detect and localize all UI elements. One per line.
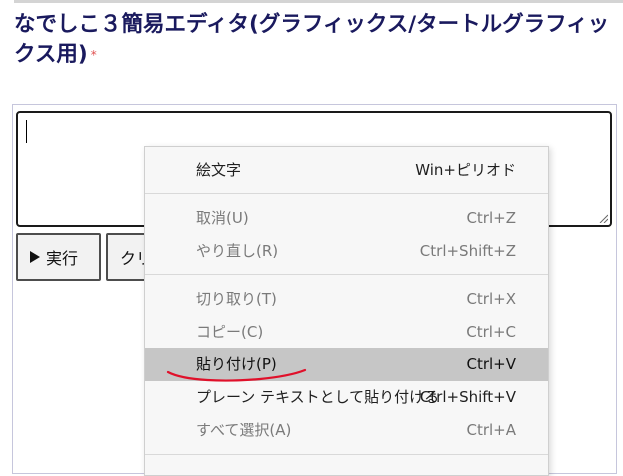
menu-item-redo[interactable]: やり直し(R) Ctrl+Shift+Z — [145, 235, 548, 268]
menu-item-label: 取消(U) — [196, 209, 249, 227]
menu-item-copy[interactable]: コピー(C) Ctrl+C — [145, 316, 548, 349]
menu-item-shortcut: Ctrl+C — [466, 323, 516, 341]
text-caret — [26, 120, 27, 143]
page-title: なでしこ３簡易エディタ(グラフィックス/タートルグラフィックス用) * — [14, 10, 614, 70]
menu-item-select-all[interactable]: すべて選択(A) Ctrl+A — [145, 414, 548, 447]
menu-item-label: やり直し(R) — [196, 242, 279, 260]
resize-grip-icon[interactable] — [598, 213, 608, 223]
play-icon — [30, 251, 40, 263]
menu-item-label: 切り取り(T) — [196, 290, 277, 308]
menu-item-cut[interactable]: 切り取り(T) Ctrl+X — [145, 283, 548, 316]
menu-item-undo[interactable]: 取消(U) Ctrl+Z — [145, 202, 548, 235]
menu-separator — [145, 454, 548, 455]
menu-item-label: 絵文字 — [196, 161, 242, 179]
menu-item-label: すべて選択(A) — [196, 421, 292, 439]
red-underline-annotation — [166, 368, 307, 382]
menu-item-shortcut: Ctrl+A — [466, 421, 516, 439]
context-menu: 絵文字 Win+ピリオド 取消(U) Ctrl+Z やり直し(R) Ctrl+S… — [144, 146, 549, 476]
menu-item-shortcut: Ctrl+Shift+Z — [419, 242, 516, 260]
menu-item-shortcut: Ctrl+Z — [466, 209, 516, 227]
top-divider — [14, 0, 623, 3]
menu-item-shortcut: Ctrl+X — [466, 290, 516, 308]
menu-item-label: コピー(C) — [196, 323, 264, 341]
menu-item-shortcut: Ctrl+V — [466, 355, 516, 373]
page-title-text: なでしこ３簡易エディタ(グラフィックス/タートルグラフィックス用) — [14, 12, 610, 67]
menu-item-shortcut: Win+ピリオド — [415, 161, 516, 179]
run-button-label: 実行 — [46, 249, 79, 268]
menu-separator — [145, 193, 548, 194]
run-button[interactable]: 実行 — [16, 233, 101, 281]
menu-separator — [145, 274, 548, 275]
required-mark: * — [90, 48, 97, 62]
menu-item-shortcut: Ctrl+Shift+V — [419, 388, 516, 406]
menu-item-emoji[interactable]: 絵文字 Win+ピリオド — [145, 154, 548, 187]
